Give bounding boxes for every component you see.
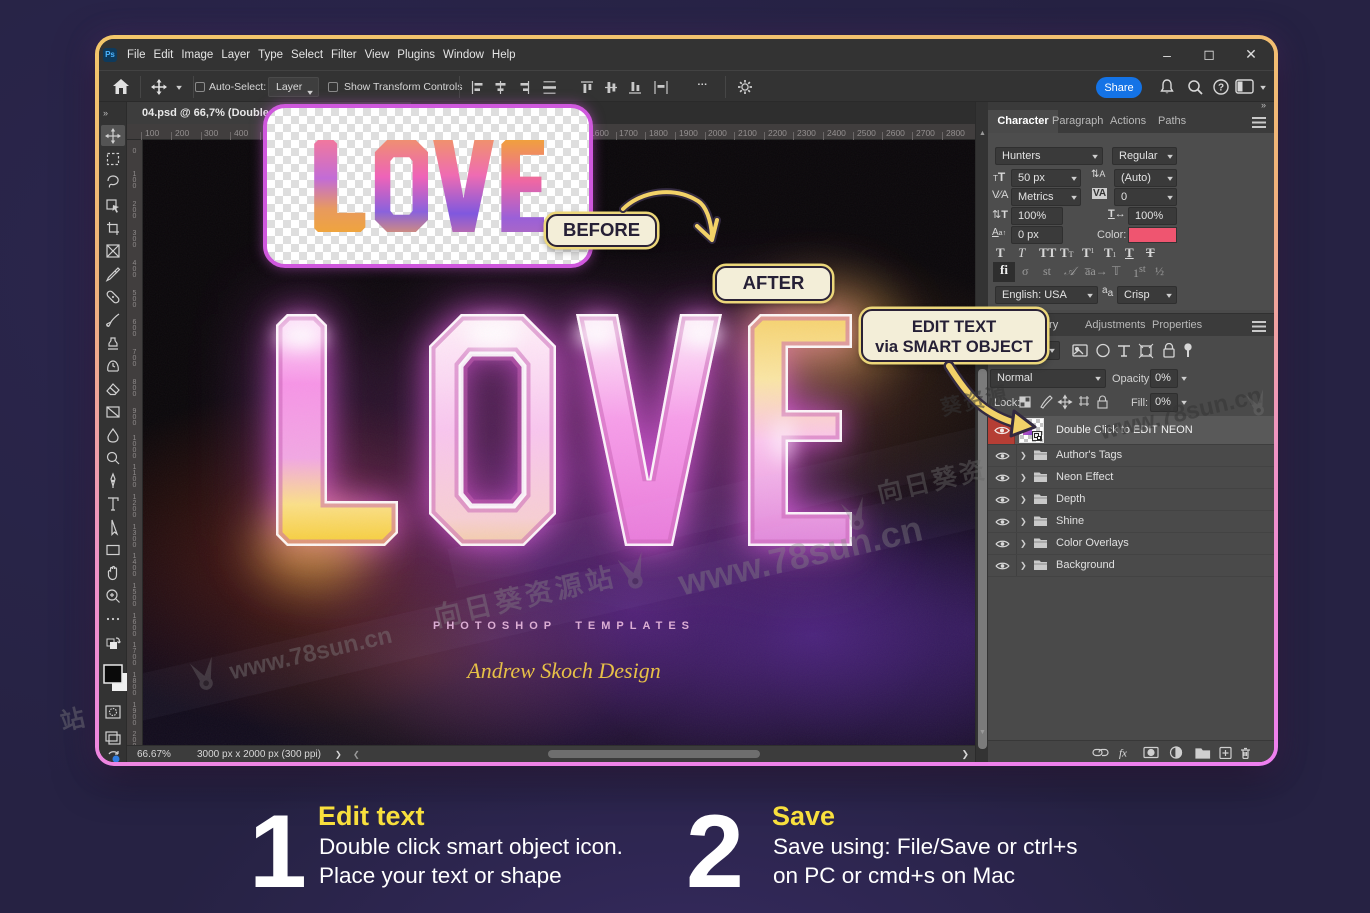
svg-text:fx: fx bbox=[1119, 748, 1127, 760]
svg-text:?: ? bbox=[1218, 83, 1224, 94]
